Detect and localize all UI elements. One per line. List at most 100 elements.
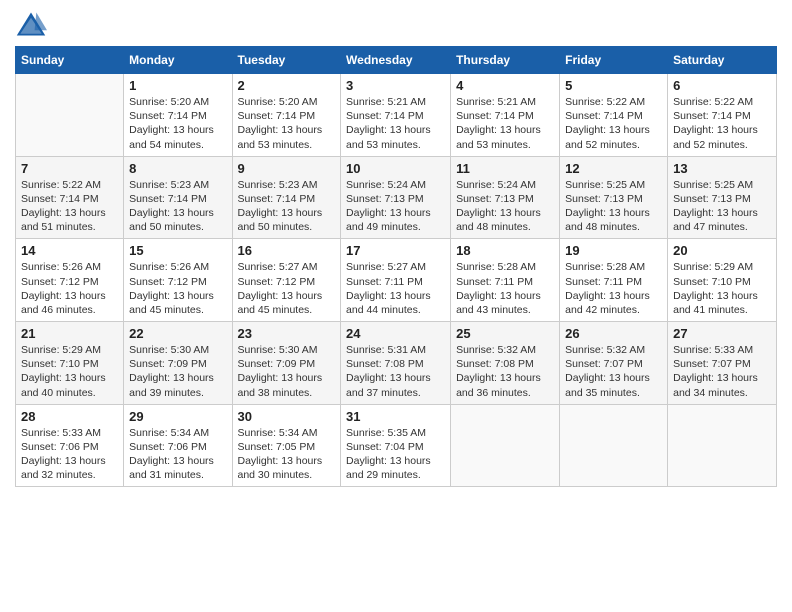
day-number: 18	[456, 243, 554, 258]
day-cell: 8 Sunrise: 5:23 AM Sunset: 7:14 PM Daylig…	[124, 156, 232, 239]
day-cell: 19 Sunrise: 5:28 AM Sunset: 7:11 PM Dayli…	[560, 239, 668, 322]
col-header-monday: Monday	[124, 47, 232, 74]
day-number: 13	[673, 161, 771, 176]
day-info: Sunrise: 5:31 AM Sunset: 7:08 PM Dayligh…	[346, 343, 445, 400]
day-number: 5	[565, 78, 662, 93]
week-row-3: 14 Sunrise: 5:26 AM Sunset: 7:12 PM Dayli…	[16, 239, 777, 322]
day-cell: 15 Sunrise: 5:26 AM Sunset: 7:12 PM Dayli…	[124, 239, 232, 322]
day-info: Sunrise: 5:35 AM Sunset: 7:04 PM Dayligh…	[346, 426, 445, 483]
day-info: Sunrise: 5:29 AM Sunset: 7:10 PM Dayligh…	[673, 260, 771, 317]
day-info: Sunrise: 5:34 AM Sunset: 7:06 PM Dayligh…	[129, 426, 226, 483]
day-info: Sunrise: 5:22 AM Sunset: 7:14 PM Dayligh…	[673, 95, 771, 152]
day-info: Sunrise: 5:33 AM Sunset: 7:07 PM Dayligh…	[673, 343, 771, 400]
day-cell: 10 Sunrise: 5:24 AM Sunset: 7:13 PM Dayli…	[341, 156, 451, 239]
col-header-sunday: Sunday	[16, 47, 124, 74]
day-cell: 22 Sunrise: 5:30 AM Sunset: 7:09 PM Dayli…	[124, 322, 232, 405]
col-header-tuesday: Tuesday	[232, 47, 341, 74]
day-number: 1	[129, 78, 226, 93]
day-info: Sunrise: 5:25 AM Sunset: 7:13 PM Dayligh…	[565, 178, 662, 235]
day-number: 22	[129, 326, 226, 341]
day-cell: 20 Sunrise: 5:29 AM Sunset: 7:10 PM Dayli…	[668, 239, 777, 322]
day-number: 31	[346, 409, 445, 424]
day-info: Sunrise: 5:25 AM Sunset: 7:13 PM Dayligh…	[673, 178, 771, 235]
col-header-saturday: Saturday	[668, 47, 777, 74]
day-number: 3	[346, 78, 445, 93]
day-number: 15	[129, 243, 226, 258]
day-cell: 28Sunrise: 5:33 AM Sunset: 7:06 PM Dayli…	[16, 404, 124, 487]
day-number: 16	[238, 243, 336, 258]
logo-icon	[15, 10, 47, 38]
day-cell: 16 Sunrise: 5:27 AM Sunset: 7:12 PM Dayli…	[232, 239, 341, 322]
day-info: Sunrise: 5:20 AM Sunset: 7:14 PM Dayligh…	[129, 95, 226, 152]
day-number: 6	[673, 78, 771, 93]
col-header-wednesday: Wednesday	[341, 47, 451, 74]
day-info: Sunrise: 5:21 AM Sunset: 7:14 PM Dayligh…	[456, 95, 554, 152]
day-cell	[16, 74, 124, 157]
day-number: 11	[456, 161, 554, 176]
day-info: Sunrise: 5:24 AM Sunset: 7:13 PM Dayligh…	[456, 178, 554, 235]
day-info: Sunrise: 5:30 AM Sunset: 7:09 PM Dayligh…	[129, 343, 226, 400]
day-number: 8	[129, 161, 226, 176]
day-info: Sunrise: 5:26 AM Sunset: 7:12 PM Dayligh…	[21, 260, 118, 317]
day-number: 7	[21, 161, 118, 176]
day-number: 23	[238, 326, 336, 341]
day-info: Sunrise: 5:32 AM Sunset: 7:07 PM Dayligh…	[565, 343, 662, 400]
day-cell: 29Sunrise: 5:34 AM Sunset: 7:06 PM Dayli…	[124, 404, 232, 487]
day-cell: 13 Sunrise: 5:25 AM Sunset: 7:13 PM Dayli…	[668, 156, 777, 239]
day-cell: 6 Sunrise: 5:22 AM Sunset: 7:14 PM Daylig…	[668, 74, 777, 157]
day-cell: 4 Sunrise: 5:21 AM Sunset: 7:14 PM Daylig…	[451, 74, 560, 157]
day-cell: 1 Sunrise: 5:20 AM Sunset: 7:14 PM Daylig…	[124, 74, 232, 157]
day-info: Sunrise: 5:26 AM Sunset: 7:12 PM Dayligh…	[129, 260, 226, 317]
day-cell: 25 Sunrise: 5:32 AM Sunset: 7:08 PM Dayli…	[451, 322, 560, 405]
day-info: Sunrise: 5:32 AM Sunset: 7:08 PM Dayligh…	[456, 343, 554, 400]
day-info: Sunrise: 5:34 AM Sunset: 7:05 PM Dayligh…	[238, 426, 336, 483]
day-cell: 17 Sunrise: 5:27 AM Sunset: 7:11 PM Dayli…	[341, 239, 451, 322]
day-info: Sunrise: 5:29 AM Sunset: 7:10 PM Dayligh…	[21, 343, 118, 400]
day-cell: 7 Sunrise: 5:22 AM Sunset: 7:14 PM Daylig…	[16, 156, 124, 239]
day-cell	[668, 404, 777, 487]
day-number: 20	[673, 243, 771, 258]
day-info: Sunrise: 5:28 AM Sunset: 7:11 PM Dayligh…	[565, 260, 662, 317]
day-cell: 26 Sunrise: 5:32 AM Sunset: 7:07 PM Dayli…	[560, 322, 668, 405]
day-number: 30	[238, 409, 336, 424]
col-header-friday: Friday	[560, 47, 668, 74]
day-cell: 27Sunrise: 5:33 AM Sunset: 7:07 PM Dayli…	[668, 322, 777, 405]
day-cell	[560, 404, 668, 487]
day-cell: 23 Sunrise: 5:30 AM Sunset: 7:09 PM Dayli…	[232, 322, 341, 405]
week-row-2: 7 Sunrise: 5:22 AM Sunset: 7:14 PM Daylig…	[16, 156, 777, 239]
day-number: 9	[238, 161, 336, 176]
day-number: 26	[565, 326, 662, 341]
logo	[15, 10, 51, 38]
day-info: Sunrise: 5:23 AM Sunset: 7:14 PM Dayligh…	[129, 178, 226, 235]
day-info: Sunrise: 5:27 AM Sunset: 7:12 PM Dayligh…	[238, 260, 336, 317]
day-number: 10	[346, 161, 445, 176]
day-cell: 31 Sunrise: 5:35 AM Sunset: 7:04 PM Dayli…	[341, 404, 451, 487]
day-info: Sunrise: 5:23 AM Sunset: 7:14 PM Dayligh…	[238, 178, 336, 235]
day-info: Sunrise: 5:24 AM Sunset: 7:13 PM Dayligh…	[346, 178, 445, 235]
day-info: Sunrise: 5:21 AM Sunset: 7:14 PM Dayligh…	[346, 95, 445, 152]
day-number: 4	[456, 78, 554, 93]
page-header	[15, 10, 777, 38]
week-row-4: 21 Sunrise: 5:29 AM Sunset: 7:10 PM Dayli…	[16, 322, 777, 405]
day-number: 14	[21, 243, 118, 258]
day-number: 19	[565, 243, 662, 258]
col-header-thursday: Thursday	[451, 47, 560, 74]
day-number: 12	[565, 161, 662, 176]
day-cell: 18Sunrise: 5:28 AM Sunset: 7:11 PM Dayli…	[451, 239, 560, 322]
day-info: Sunrise: 5:22 AM Sunset: 7:14 PM Dayligh…	[21, 178, 118, 235]
day-info: Sunrise: 5:30 AM Sunset: 7:09 PM Dayligh…	[238, 343, 336, 400]
day-number: 25	[456, 326, 554, 341]
week-row-5: 28Sunrise: 5:33 AM Sunset: 7:06 PM Dayli…	[16, 404, 777, 487]
day-number: 21	[21, 326, 118, 341]
day-cell: 9 Sunrise: 5:23 AM Sunset: 7:14 PM Daylig…	[232, 156, 341, 239]
day-cell: 2Sunrise: 5:20 AM Sunset: 7:14 PM Daylig…	[232, 74, 341, 157]
day-cell: 3 Sunrise: 5:21 AM Sunset: 7:14 PM Daylig…	[341, 74, 451, 157]
day-number: 17	[346, 243, 445, 258]
day-info: Sunrise: 5:22 AM Sunset: 7:14 PM Dayligh…	[565, 95, 662, 152]
day-cell: 5 Sunrise: 5:22 AM Sunset: 7:14 PM Daylig…	[560, 74, 668, 157]
day-info: Sunrise: 5:27 AM Sunset: 7:11 PM Dayligh…	[346, 260, 445, 317]
day-cell: 21 Sunrise: 5:29 AM Sunset: 7:10 PM Dayli…	[16, 322, 124, 405]
day-info: Sunrise: 5:33 AM Sunset: 7:06 PM Dayligh…	[21, 426, 118, 483]
day-cell: 30 Sunrise: 5:34 AM Sunset: 7:05 PM Dayli…	[232, 404, 341, 487]
day-number: 2	[238, 78, 336, 93]
